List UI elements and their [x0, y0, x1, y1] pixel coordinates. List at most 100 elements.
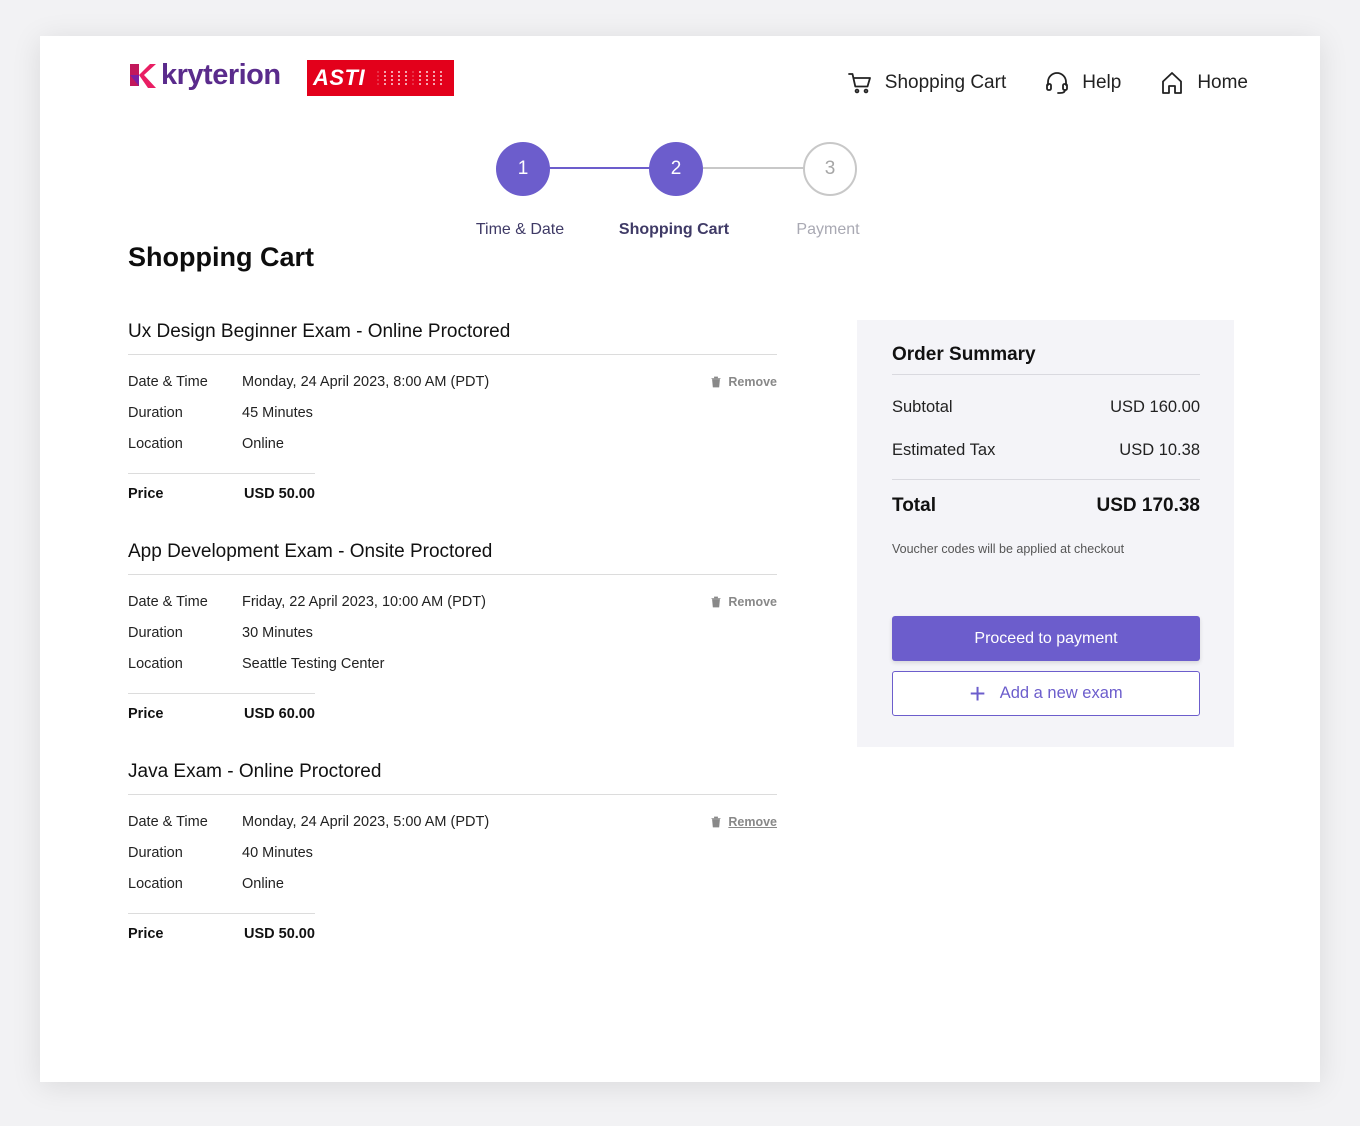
- step-3-circle: 3: [803, 142, 857, 196]
- asti-dot: [412, 71, 415, 73]
- top-navigation: Shopping Cart Help Home: [847, 70, 1248, 96]
- remove-button[interactable]: Remove: [710, 595, 777, 609]
- asti-dot: [426, 71, 429, 73]
- remove-label: Remove: [728, 375, 777, 389]
- asti-dot: [384, 79, 387, 81]
- tax-label: Estimated Tax: [892, 441, 996, 459]
- duration-row: Duration 45 Minutes: [128, 402, 777, 433]
- asti-dot: [426, 83, 429, 85]
- price-row: Price USD 50.00: [128, 486, 777, 502]
- subtotal-row: Subtotal USD 160.00: [892, 398, 1200, 417]
- asti-dot: [398, 83, 401, 85]
- asti-dot: [391, 71, 394, 73]
- step-1-circle[interactable]: 1: [496, 142, 550, 196]
- asti-dot: [433, 79, 436, 81]
- asti-dot: [440, 79, 443, 81]
- asti-dot: [398, 79, 401, 81]
- nav-shopping-cart-label: Shopping Cart: [884, 72, 1007, 93]
- asti-dot: [440, 71, 443, 73]
- asti-dot: [384, 71, 387, 73]
- remove-label: Remove: [728, 815, 777, 829]
- asti-dot: [405, 71, 408, 73]
- trash-icon: [711, 376, 721, 388]
- order-summary-panel: Order Summary Subtotal USD 160.00 Estima…: [857, 320, 1234, 747]
- asti-dot: [405, 79, 408, 81]
- tax-value: USD 10.38: [1119, 441, 1200, 459]
- total-label: Total: [892, 495, 936, 516]
- tax-row: Estimated Tax USD 10.38: [892, 441, 1200, 460]
- nav-home[interactable]: Home: [1159, 70, 1248, 96]
- date-time-value: Monday, 24 April 2023, 8:00 AM (PDT): [242, 374, 490, 390]
- asti-dot: [398, 75, 401, 77]
- exam-title: Java Exam - Online Proctored: [128, 761, 777, 795]
- location-row: Location Online: [128, 873, 777, 904]
- plus-icon: +: [969, 677, 986, 709]
- asti-dot: [426, 79, 429, 81]
- price-row: Price USD 50.00: [128, 926, 777, 942]
- headset-icon: [1046, 72, 1069, 94]
- subtotal-value: USD 160.00: [1110, 398, 1200, 416]
- asti-dot: [419, 79, 422, 81]
- asti-dot: [391, 75, 394, 77]
- nav-help-label: Help: [1082, 72, 1122, 93]
- date-time-label: Date & Time: [128, 814, 208, 830]
- date-time-value: Monday, 24 April 2023, 5:00 AM (PDT): [242, 814, 490, 830]
- asti-logo[interactable]: ASTI: [307, 60, 454, 96]
- asti-dot: [377, 83, 380, 85]
- price-value: USD 50.00: [244, 926, 315, 942]
- proceed-to-payment-button[interactable]: Proceed to payment: [892, 616, 1200, 661]
- nav-home-label: Home: [1197, 72, 1248, 93]
- asti-dot: [391, 83, 394, 85]
- date-time-row: Date & Time Monday, 24 April 2023, 5:00 A…: [128, 811, 777, 842]
- asti-dot: [398, 71, 401, 73]
- asti-dot: [440, 75, 443, 77]
- asti-dot: [433, 71, 436, 73]
- asti-dot: [412, 75, 415, 77]
- asti-dot: [384, 83, 387, 85]
- nav-help[interactable]: Help: [1044, 70, 1121, 96]
- price-value: USD 60.00: [244, 706, 315, 722]
- trash-icon: [711, 596, 721, 608]
- step-2-circle[interactable]: 2: [649, 142, 703, 196]
- order-summary-title: Order Summary: [892, 344, 1036, 365]
- summary-divider: [892, 479, 1200, 480]
- asti-dot: [412, 83, 415, 85]
- price-label: Price: [128, 926, 164, 942]
- asti-dot: [433, 83, 436, 85]
- nav-shopping-cart[interactable]: Shopping Cart: [847, 70, 1006, 96]
- trash-icon: [711, 816, 721, 828]
- exam-title: Ux Design Beginner Exam - Online Proctor…: [128, 321, 777, 355]
- date-time-value: Friday, 22 April 2023, 10:00 AM (PDT): [242, 594, 486, 610]
- price-label: Price: [128, 486, 164, 502]
- remove-label: Remove: [728, 595, 777, 609]
- location-label: Location: [128, 656, 183, 672]
- price-divider: [128, 693, 315, 694]
- exam-title: App Development Exam - Onsite Proctored: [128, 541, 777, 575]
- date-time-label: Date & Time: [128, 594, 208, 610]
- duration-value: 40 Minutes: [242, 845, 313, 861]
- duration-row: Duration 30 Minutes: [128, 622, 777, 653]
- kryterion-mark-icon: [130, 64, 156, 88]
- remove-button[interactable]: Remove: [710, 815, 777, 829]
- remove-button[interactable]: Remove: [710, 375, 777, 389]
- asti-dot: [377, 71, 380, 73]
- home-icon: [1162, 72, 1183, 94]
- location-value: Online: [242, 876, 284, 892]
- summary-divider: [892, 374, 1200, 375]
- kryterion-logo[interactable]: kryterion: [128, 60, 281, 94]
- voucher-note: Voucher codes will be applied at checkou…: [892, 542, 1125, 556]
- total-row: Total USD 170.38: [892, 495, 1200, 517]
- duration-label: Duration: [128, 405, 183, 421]
- step-3-label: Payment: [796, 221, 860, 238]
- location-row: Location Online: [128, 433, 777, 464]
- duration-label: Duration: [128, 845, 183, 861]
- asti-dot: [419, 83, 422, 85]
- asti-dot: [426, 75, 429, 77]
- price-value: USD 50.00: [244, 486, 315, 502]
- add-new-exam-button[interactable]: + Add a new exam: [892, 671, 1200, 716]
- step-1-label[interactable]: Time & Date: [450, 221, 590, 239]
- location-value: Seattle Testing Center: [242, 656, 385, 672]
- price-row: Price USD 60.00: [128, 706, 777, 722]
- date-time-label: Date & Time: [128, 374, 208, 390]
- stepper-line-upcoming: [703, 167, 805, 169]
